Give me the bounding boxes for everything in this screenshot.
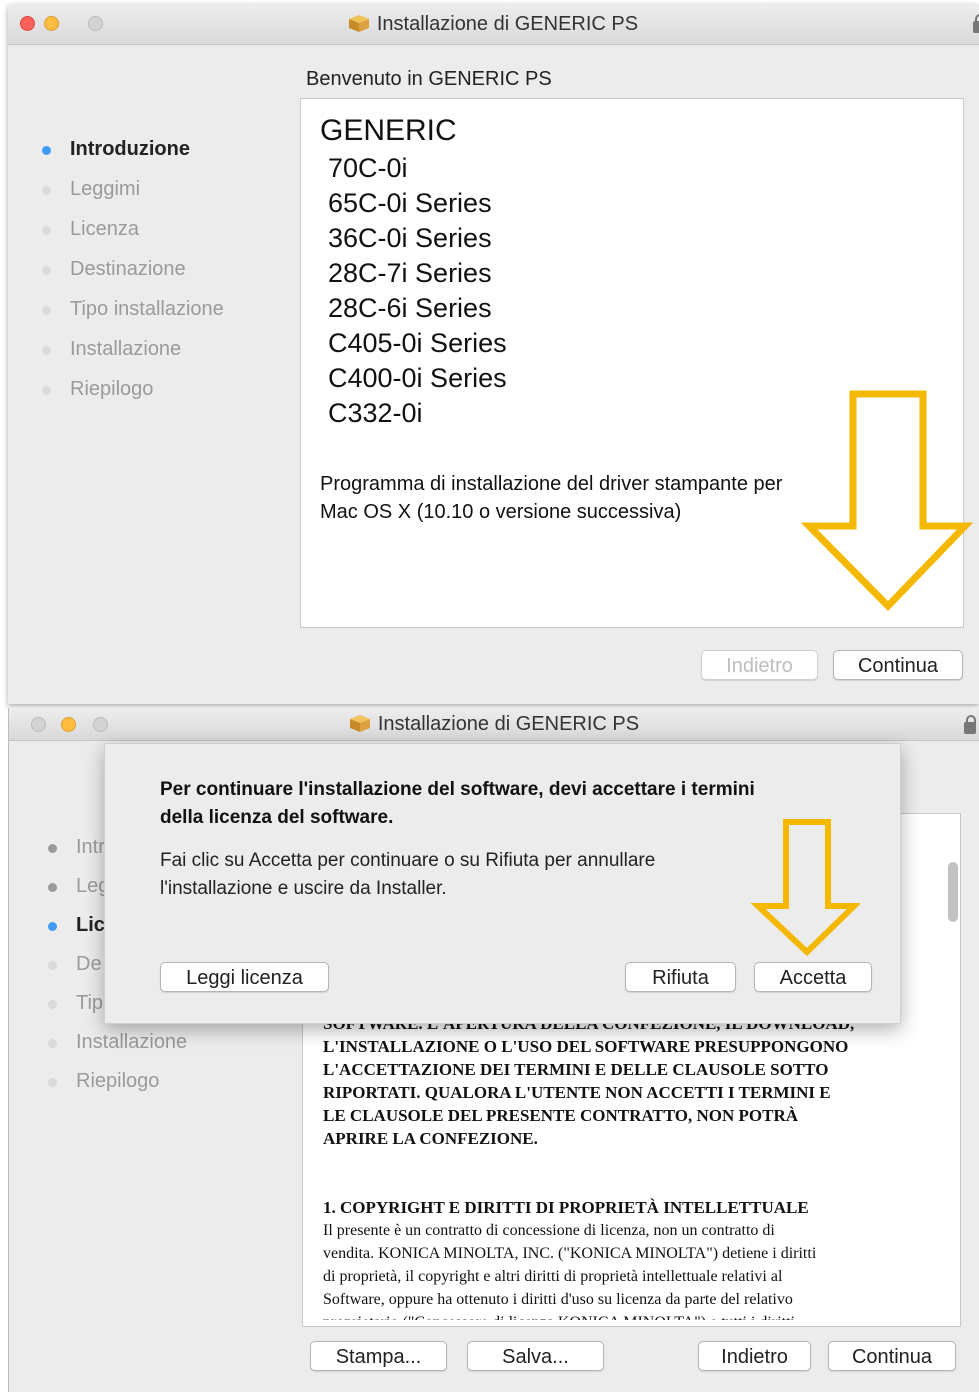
step-status-dot [48, 961, 57, 970]
step-item: Licenza [42, 218, 139, 241]
title-bar[interactable]: Installazione di GENERIC PS [9, 708, 979, 741]
license-bold-line: L'ACCETTAZIONE DEI TERMINI E DELLE CLAUS… [323, 1060, 829, 1079]
model-name: C400-0i Series [328, 363, 507, 393]
step-status-dot [48, 922, 57, 931]
step-status-dot [42, 146, 51, 155]
step-status-dot [42, 186, 51, 195]
step-item: Installazione [48, 1031, 187, 1054]
page-heading: Benvenuto in GENERIC PS [306, 68, 552, 90]
step-status-dot [48, 1000, 57, 1009]
step-item: Tip [48, 992, 103, 1015]
license-body-line: vendita. KONICA MINOLTA, INC. ("KONICA M… [323, 1245, 817, 1262]
license-bold-clause: L'INSTALLAZIONE O L'USO DEL SOFTWARE PRE… [323, 1035, 953, 1150]
model-name: C332-0i [328, 398, 423, 428]
title-bar[interactable]: Installazione di GENERIC PS [8, 4, 979, 45]
step-status-dot [48, 1078, 57, 1087]
step-status-dot [42, 266, 51, 275]
dialog-message: Fai clic su Accetta per continuare o su … [160, 847, 655, 903]
license-body-line: di proprietà, il copyright e altri dirit… [323, 1268, 783, 1285]
window-title: Installazione di GENERIC PS [9, 713, 979, 736]
description-line: Programma di installazione del driver st… [320, 473, 783, 495]
step-item: Tipo installazione [42, 298, 224, 321]
model-name: 65C-0i Series [328, 188, 492, 218]
read-license-button[interactable]: Leggi licenza [160, 962, 329, 992]
step-status-dot [48, 1039, 57, 1048]
brand-title: GENERIC [320, 114, 457, 147]
window-title-text: Installazione di GENERIC PS [377, 713, 640, 735]
installer-window-license: Installazione di GENERIC PS Intr Leg Lic De… [8, 708, 979, 1392]
model-name: C405-0i Series [328, 328, 507, 358]
step-item: Intr [48, 836, 105, 859]
license-bold-line: LE CLAUSOLE DEL PRESENTE CONTRATTO, NON … [323, 1106, 798, 1125]
license-text: SOFTWARE. L'APERTURA DELLA CONFEZIONE, I… [323, 1012, 953, 1326]
step-label: Installazione [76, 1031, 188, 1053]
step-label: Riepilogo [76, 1070, 160, 1092]
accept-button[interactable]: Accetta [754, 962, 872, 992]
package-icon [348, 15, 369, 32]
window-title: Installazione di GENERIC PS [8, 13, 979, 36]
step-item: De [48, 953, 102, 976]
back-button[interactable]: Indietro [701, 650, 818, 680]
step-status-dot [42, 306, 51, 315]
license-section-body: Il presente è un contratto di concession… [323, 1219, 953, 1311]
model-name: 36C-0i Series [328, 223, 492, 253]
dialog-title-line: della licenza del software. [160, 807, 394, 828]
step-item: Riepilogo [42, 378, 153, 401]
step-status-dot [42, 386, 51, 395]
step-label: Installazione [70, 338, 182, 360]
license-bold-line: APRIRE LA CONFEZIONE. [323, 1129, 538, 1148]
step-label: Leggimi [70, 178, 141, 200]
step-status-dot [42, 346, 51, 355]
arrow-down-icon [750, 819, 860, 957]
step-item: Riepilogo [48, 1070, 159, 1093]
step-label: Intr [76, 836, 105, 858]
license-bold-line: L'INSTALLAZIONE O L'USO DEL SOFTWARE PRE… [323, 1037, 849, 1056]
back-button[interactable]: Indietro [698, 1341, 811, 1371]
step-item: Leggimi [42, 178, 140, 201]
step-item: Introduzione [42, 138, 190, 161]
step-label: Tip [76, 992, 104, 1014]
step-status-dot [42, 226, 51, 235]
step-status-dot [48, 883, 57, 892]
step-item: Destinazione [42, 258, 186, 281]
step-label: Riepilogo [70, 378, 154, 400]
step-item: Lic [48, 914, 105, 937]
step-label: Lic [76, 914, 105, 936]
save-button[interactable]: Salva... [467, 1341, 604, 1371]
step-label: Tipo installazione [70, 298, 224, 320]
license-body-line: Il presente è un contratto di concession… [323, 1222, 775, 1239]
step-label: Introduzione [70, 138, 190, 160]
model-name: 28C-7i Series [328, 258, 492, 288]
continue-button[interactable]: Continua [833, 650, 963, 680]
intro-description: Programma di installazione del driver st… [320, 470, 782, 526]
license-section-title: 1. COPYRIGHT E DIRITTI DI PROPRIETÀ INTE… [323, 1198, 809, 1217]
window-title-text: Installazione di GENERIC PS [376, 13, 639, 35]
license-bold-line: RIPORTATI. QUALORA L'UTENTE NON ACCETTI … [323, 1083, 831, 1102]
dialog-title-line: Per continuare l'installazione del softw… [160, 779, 755, 800]
description-line: Mac OS X (10.10 o versione successiva) [320, 501, 682, 523]
step-status-dot [48, 844, 57, 853]
reject-button[interactable]: Rifiuta [625, 962, 736, 992]
step-item: Leg [48, 875, 109, 898]
step-label: De [76, 953, 102, 975]
license-body-line: Software, oppure ha ottenuto i diritti d… [323, 1291, 793, 1308]
dialog-message-line: l'installazione e uscire da Installer. [160, 878, 447, 899]
panel-bottom-edge [303, 1320, 960, 1326]
model-list: 70C-0i 65C-0i Series 36C-0i Series 28C-7i S… [328, 151, 507, 431]
arrow-down-icon [800, 390, 974, 612]
dialog-title: Per continuare l'installazione del softw… [160, 776, 755, 832]
dialog-message-line: Fai clic su Accetta per continuare o su … [160, 850, 656, 871]
step-item: Installazione [42, 338, 181, 361]
print-button[interactable]: Stampa... [310, 1341, 447, 1371]
lock-icon[interactable] [964, 715, 976, 734]
model-name: 70C-0i [328, 153, 408, 183]
package-icon [349, 715, 370, 732]
step-label: Destinazione [70, 258, 186, 280]
scrollbar-thumb[interactable] [948, 862, 958, 922]
step-label: Licenza [70, 218, 139, 240]
model-name: 28C-6i Series [328, 293, 492, 323]
lock-icon[interactable] [973, 14, 979, 33]
continue-button[interactable]: Continua [828, 1341, 956, 1371]
